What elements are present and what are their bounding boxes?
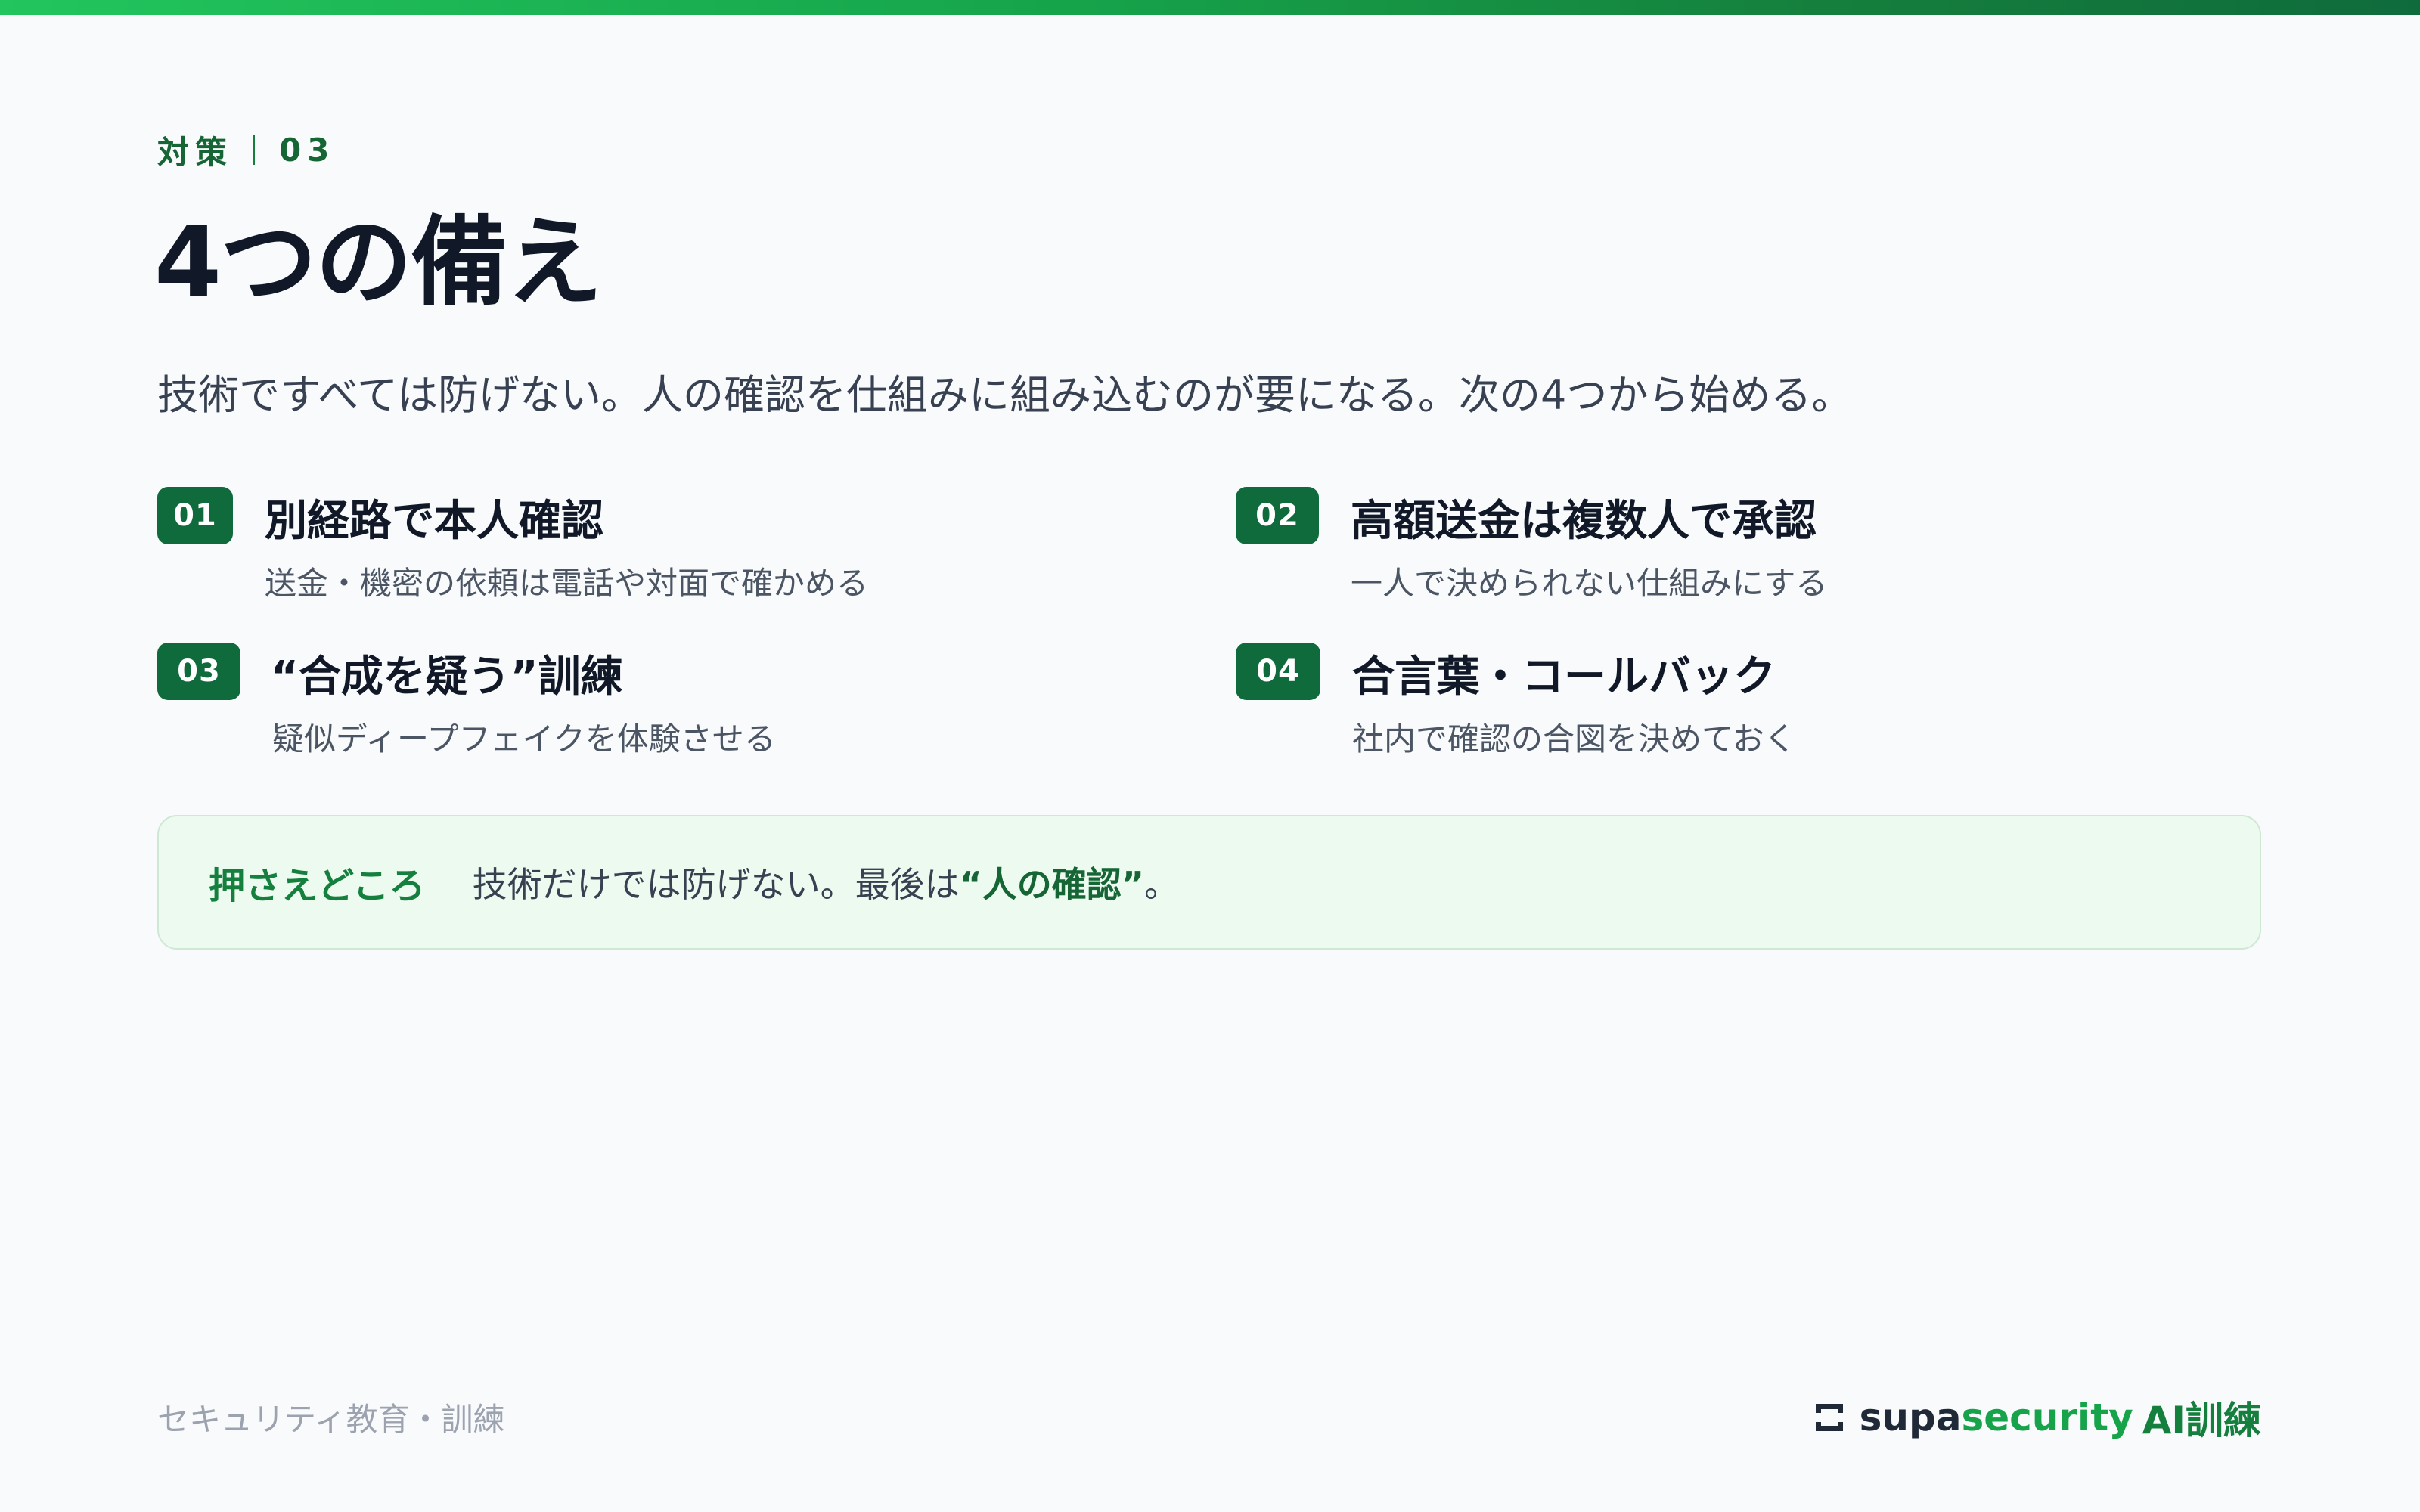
section-number: 03 bbox=[279, 131, 336, 169]
callout-label: 押さえどころ bbox=[209, 865, 426, 907]
page-title: 4つの備え bbox=[154, 206, 603, 319]
eyebrow-divider bbox=[253, 135, 256, 165]
supasecurity-logo-icon bbox=[1815, 1404, 1843, 1431]
measure-item-04: 04 合言葉・コールバック 社内で確認の合図を決めておく bbox=[1236, 643, 2261, 779]
item-description: 一人で決められない仕組みにする bbox=[1351, 565, 1828, 602]
item-title: “合成を疑う”訓練 bbox=[271, 652, 623, 702]
measure-item-01: 01 別経路で本人確認 送金・機密の依頼は電話や対面で確かめる bbox=[157, 487, 1201, 623]
item-title: 高額送金は複数人で承認 bbox=[1351, 497, 1817, 546]
brand-name-security: security bbox=[1961, 1396, 2133, 1439]
item-badge: 03 bbox=[157, 643, 240, 700]
item-title: 別経路で本人確認 bbox=[265, 497, 603, 546]
section-eyebrow: 対策 03 bbox=[157, 130, 336, 171]
key-point-callout: 押さえどころ 技術だけでは防げない。最後は “人の確認”。 bbox=[157, 815, 2261, 950]
top-accent-bar bbox=[0, 0, 2420, 15]
callout-emphasis: “人の確認” bbox=[959, 864, 1145, 905]
footer-category: セキュリティ教育・訓練 bbox=[157, 1401, 505, 1438]
callout-suffix: 。 bbox=[1144, 864, 1180, 905]
section-label: 対策 bbox=[157, 133, 234, 171]
brand-logo: supa security AI訓練 bbox=[1813, 1391, 2261, 1444]
callout-text: 技術だけでは防げない。最後は bbox=[472, 864, 960, 905]
item-description: 送金・機密の依頼は電話や対面で確かめる bbox=[265, 565, 869, 602]
item-badge: 04 bbox=[1236, 643, 1320, 700]
item-title: 合言葉・コールバック bbox=[1352, 652, 1776, 702]
lead-text: 技術ですべては防げない。人の確認を仕組みに組み込むのが要になる。次の4つから始め… bbox=[157, 371, 1853, 419]
item-description: 疑似ディープフェイクを体験させる bbox=[272, 720, 776, 758]
item-badge: 01 bbox=[157, 487, 233, 544]
item-badge: 02 bbox=[1236, 487, 1319, 544]
item-description: 社内で確認の合図を決めておく bbox=[1352, 720, 1796, 758]
measure-item-03: 03 “合成を疑う”訓練 疑似ディープフェイクを体験させる bbox=[157, 643, 1201, 779]
brand-name-ai-training: AI訓練 bbox=[2142, 1399, 2261, 1442]
measure-item-02: 02 高額送金は複数人で承認 一人で決められない仕組みにする bbox=[1236, 487, 2261, 623]
brand-name-supa: supa bbox=[1859, 1396, 1962, 1439]
